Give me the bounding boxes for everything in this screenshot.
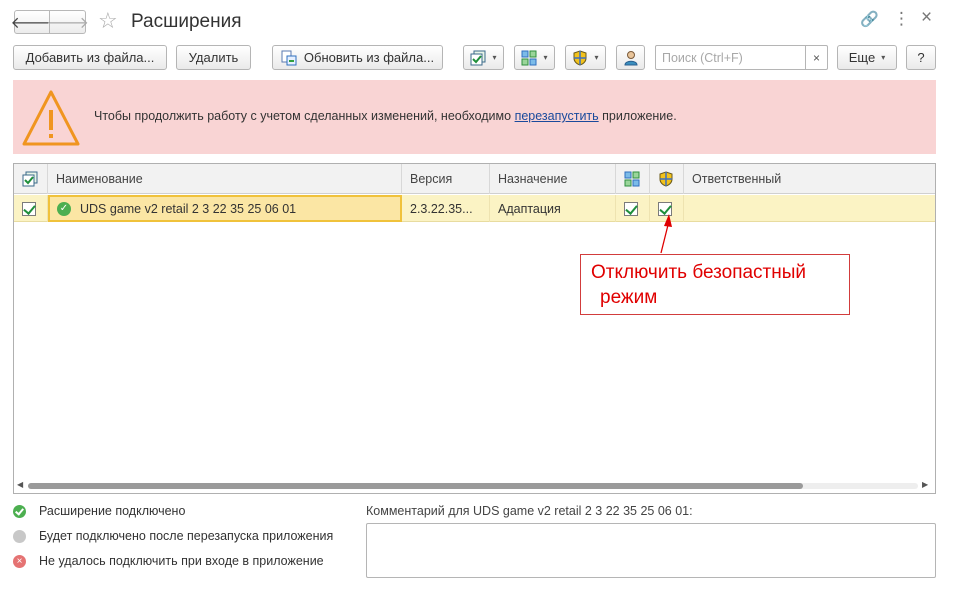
annotation-callout: Отключить безопастный режим bbox=[580, 254, 850, 315]
safe-mode-menu-button[interactable]: ▾ bbox=[565, 45, 606, 70]
chevron-down-icon: ▾ bbox=[492, 53, 497, 62]
page-title: Расширения bbox=[131, 11, 242, 32]
header-active-column[interactable] bbox=[14, 164, 48, 194]
user-button[interactable] bbox=[616, 45, 645, 70]
legend-pending-label: Будет подключено после перезапуска прило… bbox=[39, 529, 334, 543]
version-cell[interactable]: 2.3.22.35... bbox=[402, 195, 490, 222]
scroll-right-icon[interactable]: ▶ bbox=[922, 480, 928, 489]
legend-connected-label: Расширение подключено bbox=[39, 504, 186, 518]
safe-mode-checkbox[interactable] bbox=[658, 201, 672, 216]
warning-message: Чтобы продолжить работу с учетом сделанн… bbox=[94, 109, 677, 123]
restart-warning-banner: Чтобы продолжить работу с учетом сделанн… bbox=[13, 80, 936, 154]
favorite-star-icon[interactable]: ☆ bbox=[98, 8, 118, 34]
close-icon[interactable]: × bbox=[921, 7, 932, 29]
extension-name: UDS game v2 retail 2 3 22 35 25 06 01 bbox=[80, 201, 297, 216]
scroll-left-icon[interactable]: ◀ bbox=[17, 480, 23, 489]
more-label: Еще bbox=[848, 50, 876, 65]
warning-text-after: приложение. bbox=[598, 109, 677, 123]
name-cell[interactable]: ✓ UDS game v2 retail 2 3 22 35 25 06 01 bbox=[48, 195, 402, 222]
isolation-checkbox[interactable] bbox=[624, 201, 638, 216]
more-button[interactable]: Еще ▾ bbox=[837, 45, 897, 70]
update-file-icon bbox=[281, 50, 297, 65]
isolation-icon bbox=[521, 50, 537, 65]
status-connected-icon bbox=[13, 504, 26, 518]
update-from-file-button[interactable]: Обновить из файла... bbox=[272, 45, 443, 70]
warning-text-before: Чтобы продолжить работу с учетом сделанн… bbox=[94, 109, 515, 123]
responsible-cell[interactable] bbox=[684, 195, 935, 222]
scroll-thumb[interactable] bbox=[28, 483, 803, 489]
comment-field[interactable] bbox=[366, 523, 936, 578]
user-icon bbox=[623, 50, 638, 65]
shield-icon bbox=[573, 49, 587, 66]
link-icon[interactable]: 🔗 bbox=[860, 10, 879, 28]
legend-failed-label: Не удалось подключить при входе в прилож… bbox=[39, 554, 324, 568]
header-responsible[interactable]: Ответственный bbox=[684, 164, 935, 194]
search-clear-button[interactable]: × bbox=[805, 45, 828, 70]
add-from-file-button[interactable]: Добавить из файла... bbox=[13, 45, 167, 70]
check-circle-icon: ✓ bbox=[57, 201, 71, 216]
safe-mode-cell[interactable] bbox=[650, 195, 684, 222]
extensions-table: Наименование Версия Назначение Ответстве… bbox=[13, 163, 936, 494]
back-button[interactable]: 🡐 bbox=[11, 10, 53, 34]
forward-arrow-icon: 🡒 bbox=[46, 14, 89, 32]
header-purpose[interactable]: Назначение bbox=[490, 164, 616, 194]
legend-failed: × Не удалось подключить при входе в прил… bbox=[13, 554, 324, 568]
active-menu-button[interactable]: ▾ bbox=[463, 45, 504, 70]
update-from-file-label: Обновить из файла... bbox=[303, 50, 435, 65]
horizontal-scrollbar[interactable]: ◀ ▶ bbox=[14, 479, 935, 493]
window-title-bar: 🡐 🡒 ☆ Расширения 🔗 ⋮ × bbox=[0, 0, 956, 42]
header-isolation[interactable] bbox=[616, 164, 650, 194]
forward-button[interactable]: 🡒 bbox=[46, 10, 89, 34]
table-row[interactable]: ✓ UDS game v2 retail 2 3 22 35 25 06 01 … bbox=[14, 195, 935, 222]
isolation-icon bbox=[624, 171, 640, 187]
shield-icon bbox=[659, 171, 673, 187]
stack-checkbox-icon bbox=[470, 50, 486, 65]
delete-button[interactable]: Удалить bbox=[176, 45, 251, 70]
purpose-cell[interactable]: Адаптация bbox=[490, 195, 616, 222]
stack-checkbox-icon bbox=[22, 171, 38, 187]
more-menu-icon[interactable]: ⋮ bbox=[893, 9, 910, 29]
restart-link[interactable]: перезапустить bbox=[515, 109, 599, 123]
header-safe-mode[interactable] bbox=[650, 164, 684, 194]
header-name[interactable]: Наименование bbox=[48, 164, 402, 194]
chevron-down-icon: ▾ bbox=[881, 53, 886, 62]
comment-label: Комментарий для UDS game v2 retail 2 3 2… bbox=[366, 504, 693, 518]
chevron-down-icon: ▾ bbox=[543, 53, 548, 62]
warning-triangle-icon bbox=[22, 90, 80, 146]
active-checkbox[interactable] bbox=[22, 201, 36, 216]
status-failed-icon: × bbox=[13, 554, 26, 568]
isolation-cell[interactable] bbox=[616, 195, 650, 222]
header-version[interactable]: Версия bbox=[402, 164, 490, 194]
annotation-line-2: режим bbox=[600, 287, 658, 308]
search-input[interactable] bbox=[655, 45, 806, 70]
legend-pending: Будет подключено после перезапуска прило… bbox=[13, 529, 333, 543]
status-pending-icon bbox=[13, 529, 26, 543]
help-button[interactable]: ? bbox=[906, 45, 936, 70]
isolation-menu-button[interactable]: ▾ bbox=[514, 45, 555, 70]
chevron-down-icon: ▾ bbox=[594, 53, 599, 62]
active-cell[interactable] bbox=[14, 195, 48, 222]
annotation-line-1: Отключить безопастный bbox=[591, 262, 807, 283]
table-header: Наименование Версия Назначение Ответстве… bbox=[14, 164, 935, 194]
legend-connected: Расширение подключено bbox=[13, 504, 185, 518]
